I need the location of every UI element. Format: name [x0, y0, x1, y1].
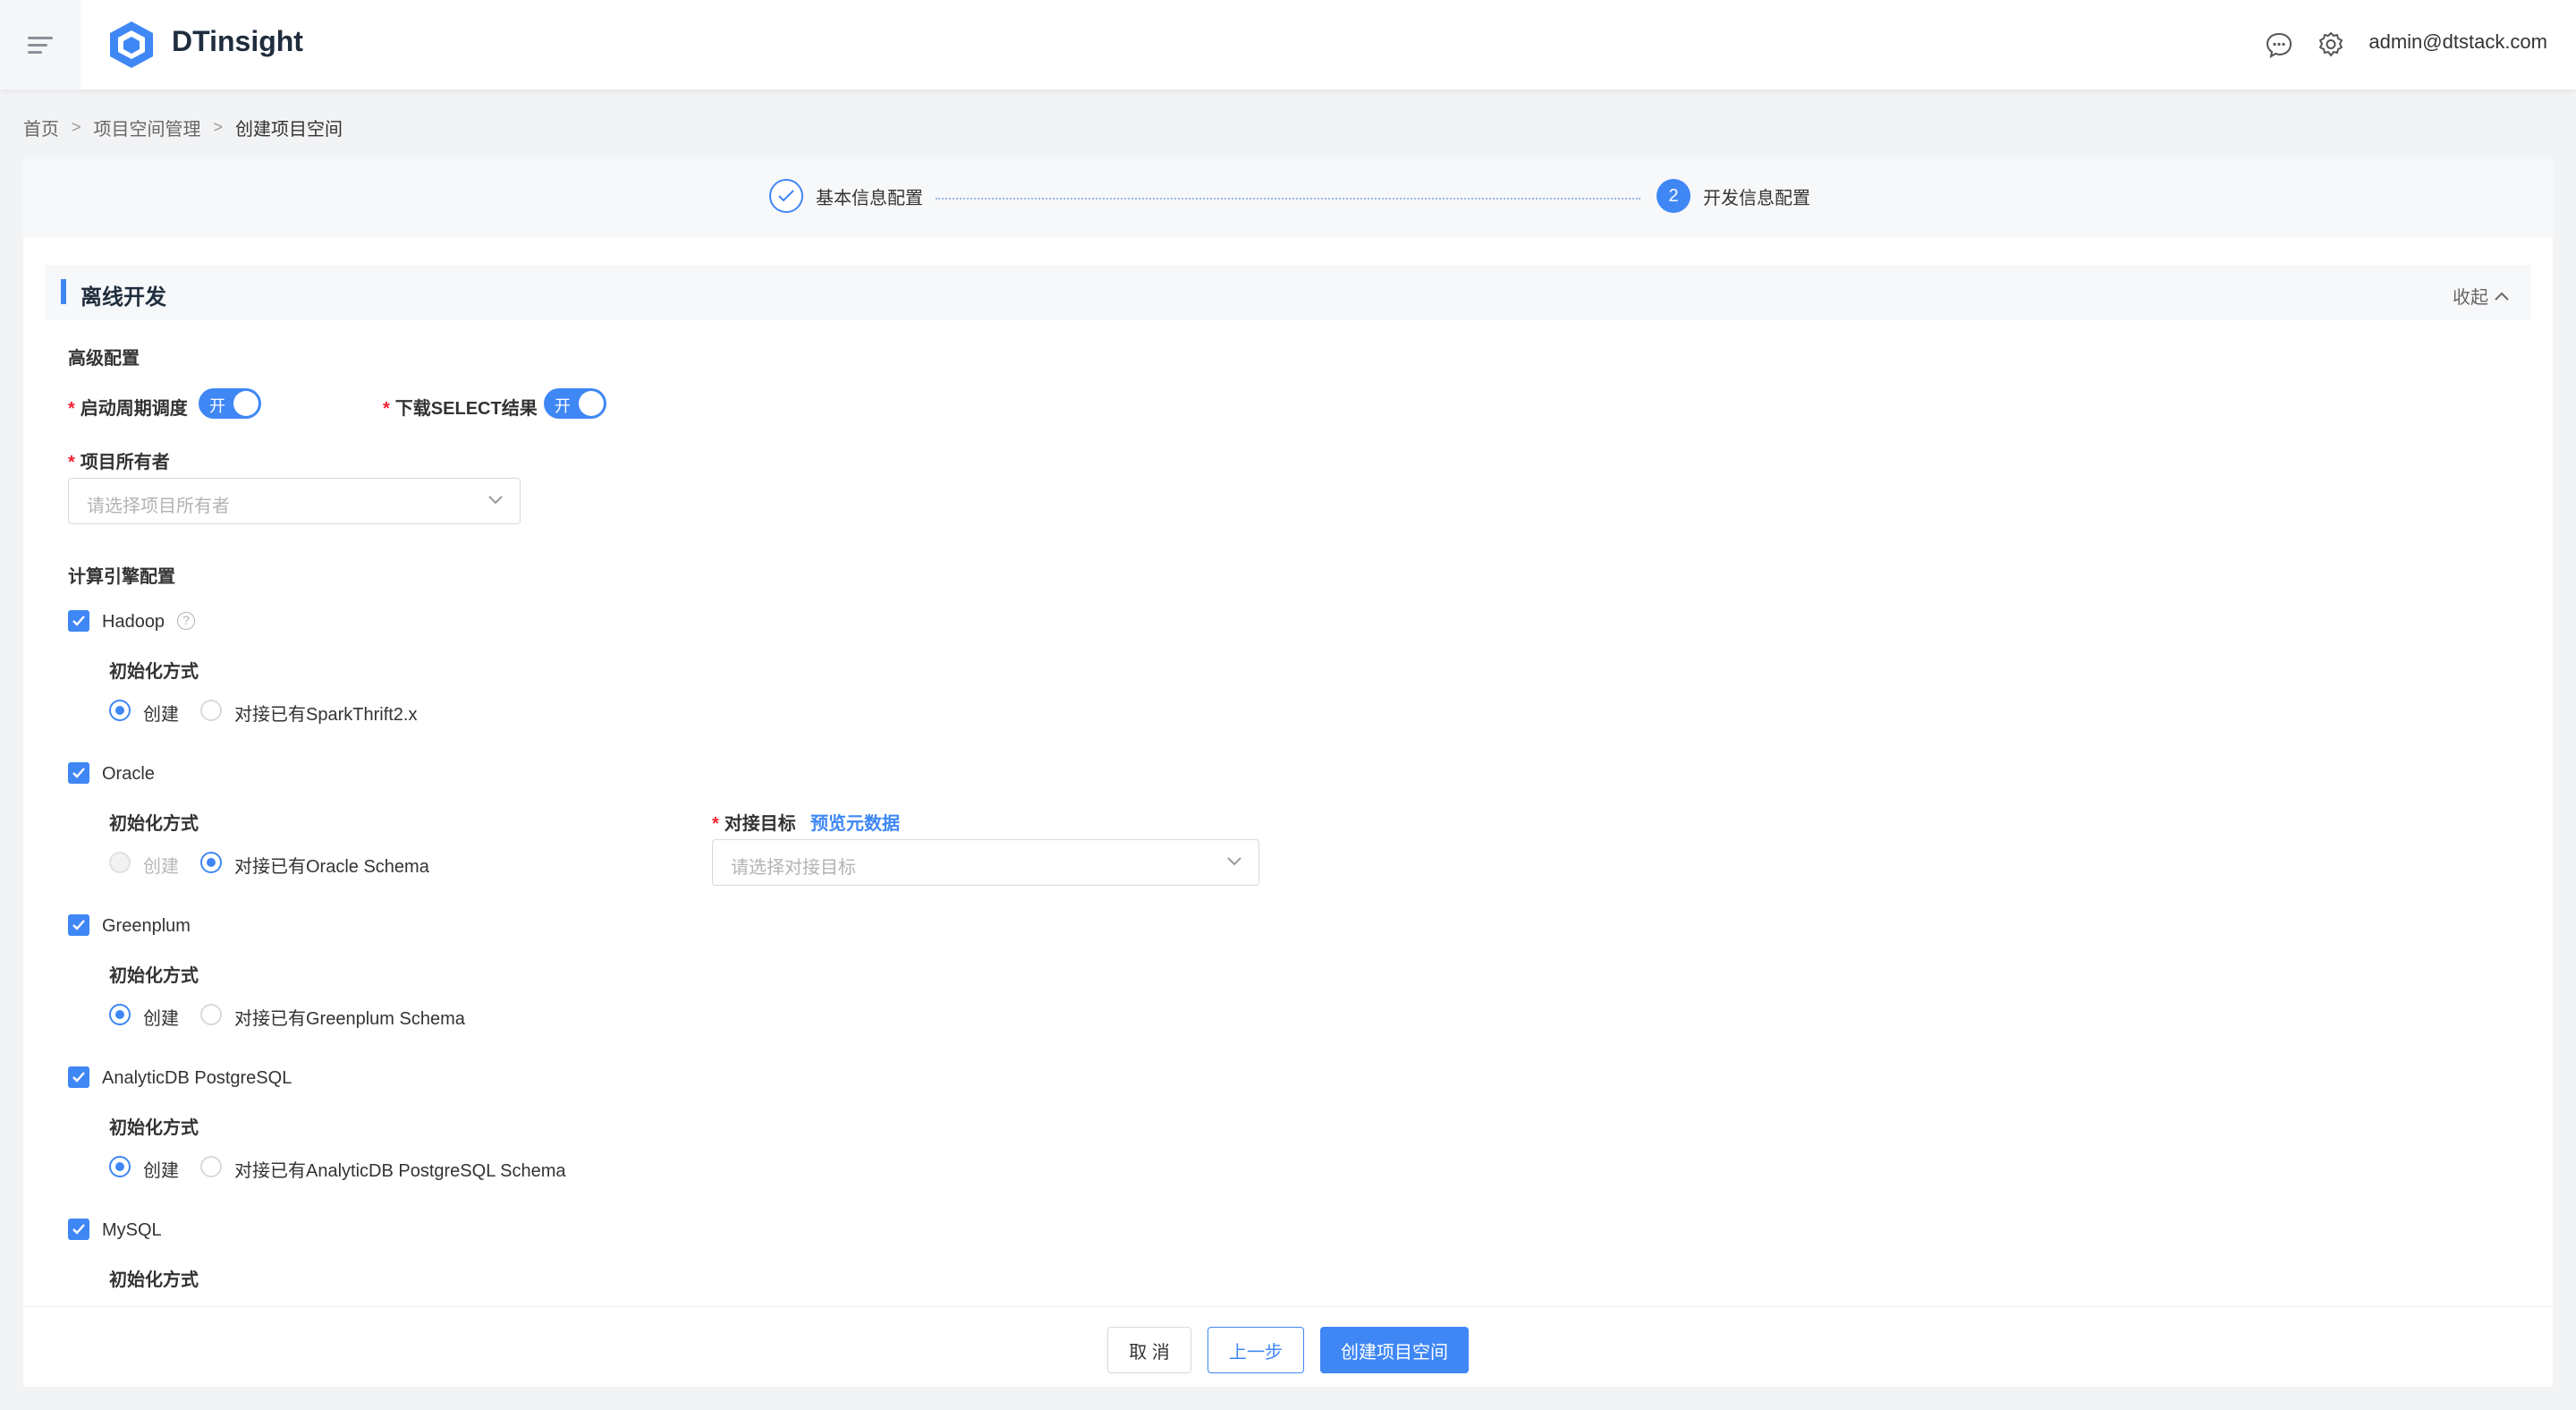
chevron-down-icon [488, 496, 503, 505]
user-email[interactable]: admin@dtstack.com [2368, 30, 2547, 54]
greenplum-label: Greenplum [102, 916, 191, 936]
oracle-init-label: 初始化方式 [109, 814, 199, 834]
main-card: 基本信息配置 2 开发信息配置 离线开发 收起 高级配置 * 启动周期调度 开 *… [23, 159, 2553, 1387]
preview-metadata-link[interactable]: 预览元数据 [810, 809, 900, 835]
chevron-right-icon: > [213, 118, 224, 136]
hadoop-create-radio[interactable] [109, 700, 131, 721]
adb-init-label: 初始化方式 [109, 1118, 199, 1138]
mysql-checkbox[interactable] [68, 1219, 89, 1240]
breadcrumb-project-space[interactable]: 项目空间管理 [94, 115, 201, 140]
section-accent-bar [61, 279, 66, 304]
chevron-down-icon [1227, 857, 1241, 866]
schedule-switch[interactable]: 开 [199, 388, 261, 419]
step-basic-info: 基本信息配置 [769, 179, 923, 213]
greenplum-checkbox[interactable] [68, 914, 89, 936]
breadcrumb: 首页 > 项目空间管理 > 创建项目空间 [23, 115, 343, 140]
top-header: DTinsight admin@dtstack.com [0, 0, 2576, 89]
menu-icon [28, 32, 53, 58]
mysql-init-label: 初始化方式 [109, 1270, 199, 1290]
breadcrumb-home[interactable]: 首页 [23, 115, 59, 140]
oracle-create-radio[interactable] [109, 852, 131, 873]
create-project-space-button[interactable]: 创建项目空间 [1320, 1327, 1469, 1373]
collapse-label: 收起 [2453, 288, 2488, 308]
download-select-switch[interactable]: 开 [544, 388, 606, 419]
steps-bar: 基本信息配置 2 开发信息配置 [23, 159, 2553, 238]
oracle-target-label: * 对接目标 [712, 814, 796, 834]
oracle-checkbox[interactable] [68, 762, 89, 784]
greenplum-init-label: 初始化方式 [109, 966, 199, 986]
hadoop-create-label: 创建 [143, 705, 179, 725]
hadoop-label: Hadoop [102, 612, 165, 632]
adb-checkbox[interactable] [68, 1066, 89, 1088]
hadoop-checkbox[interactable] [68, 610, 89, 632]
check-icon [769, 179, 803, 213]
step-connector [936, 198, 1640, 200]
breadcrumb-current: 创建项目空间 [235, 120, 343, 140]
hadoop-existing-radio[interactable] [200, 700, 222, 721]
owner-select-placeholder: 请选择项目所有者 [87, 497, 230, 516]
download-select-label: * 下载SELECT结果 [383, 399, 538, 419]
help-icon[interactable]: ? [177, 612, 195, 630]
collapse-button[interactable]: 收起 [2453, 283, 2510, 309]
greenplum-create-radio[interactable] [109, 1004, 131, 1025]
cancel-button[interactable]: 取 消 [1107, 1327, 1191, 1373]
schedule-label: * 启动周期调度 [68, 399, 188, 419]
oracle-create-label: 创建 [143, 857, 179, 877]
section-header-offline-dev: 离线开发 收起 [45, 265, 2531, 320]
hadoop-init-label: 初始化方式 [109, 662, 199, 682]
greenplum-existing-radio[interactable] [200, 1004, 222, 1025]
oracle-target-placeholder: 请选择对接目标 [731, 858, 856, 878]
adb-existing-radio[interactable] [200, 1156, 222, 1177]
owner-label: * 项目所有者 [68, 453, 170, 472]
message-icon[interactable] [2265, 30, 2293, 59]
menu-toggle-button[interactable] [0, 0, 80, 89]
advanced-config-title: 高级配置 [68, 349, 140, 369]
oracle-existing-radio[interactable] [200, 852, 222, 873]
step-label: 开发信息配置 [1703, 188, 1810, 208]
greenplum-existing-label: 对接已有Greenplum Schema [234, 1009, 465, 1029]
oracle-label: Oracle [102, 764, 155, 784]
adb-create-radio[interactable] [109, 1156, 131, 1177]
adb-label: AnalyticDB PostgreSQL [102, 1068, 292, 1088]
oracle-existing-label: 对接已有Oracle Schema [234, 857, 429, 877]
step-dev-info: 2 开发信息配置 [1657, 179, 1810, 213]
dtinsight-logo-icon [110, 21, 153, 68]
step-label: 基本信息配置 [816, 188, 923, 208]
gear-icon[interactable] [2317, 30, 2345, 59]
mysql-label: MySQL [102, 1220, 162, 1240]
adb-existing-label: 对接已有AnalyticDB PostgreSQL Schema [234, 1161, 566, 1181]
greenplum-create-label: 创建 [143, 1009, 179, 1029]
hadoop-existing-label: 对接已有SparkThrift2.x [234, 705, 418, 725]
chevron-right-icon: > [72, 118, 81, 136]
chevron-up-icon [2495, 292, 2509, 301]
section-title: 离线开发 [80, 285, 166, 310]
brand-name: DTinsight [172, 25, 303, 57]
engine-config-title: 计算引擎配置 [68, 567, 175, 587]
footer-actions: 取 消 上一步 创建项目空间 [23, 1306, 2553, 1387]
previous-step-button[interactable]: 上一步 [1208, 1327, 1304, 1373]
adb-create-label: 创建 [143, 1161, 179, 1181]
owner-select[interactable]: 请选择项目所有者 [68, 478, 521, 524]
oracle-target-select[interactable]: 请选择对接目标 [712, 839, 1259, 886]
step-number: 2 [1657, 179, 1690, 213]
